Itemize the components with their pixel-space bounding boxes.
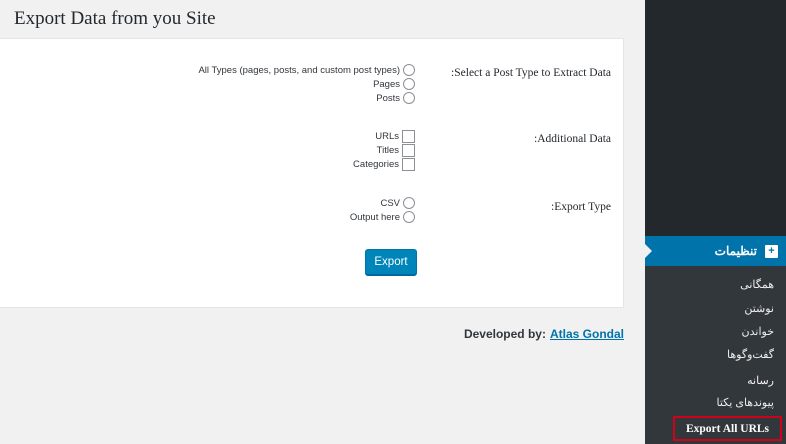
urls-checkbox[interactable]: [402, 129, 415, 143]
submenu-item-writing[interactable]: نوشتن: [744, 302, 774, 315]
page-title: Export Data from you Site: [14, 8, 216, 29]
option-pages[interactable]: Pages: [373, 77, 415, 91]
option-titles[interactable]: Titles: [377, 143, 415, 157]
option-output-here[interactable]: Output here: [350, 210, 415, 224]
submenu-item-permalinks[interactable]: پیوندهای یکتا: [716, 396, 774, 409]
submenu-item-export-all-urls[interactable]: Export All URLs: [673, 416, 782, 441]
option-urls-label: URLs: [375, 130, 399, 142]
option-pages-label: Pages: [373, 78, 400, 90]
option-all-types[interactable]: All Types (pages, posts, and custom post…: [198, 63, 415, 77]
option-posts[interactable]: Posts: [376, 91, 415, 105]
pages-radio[interactable]: [403, 78, 415, 90]
export-form-panel: Select a Post Type to Extract Data: All …: [0, 38, 624, 308]
export-type-label: Export Type:: [551, 201, 611, 213]
settings-menu-header[interactable]: تنظیمات +: [645, 236, 786, 266]
developed-by: Developed by: Atlas Gondal: [464, 327, 624, 341]
settings-submenu: همگانی نوشتن خواندن گفت‌وگوها رسانه پیون…: [645, 266, 786, 444]
submenu-item-general[interactable]: همگانی: [740, 278, 774, 291]
option-csv[interactable]: CSV: [380, 196, 415, 210]
submenu-item-media[interactable]: رسانه: [747, 374, 774, 387]
settings-plus-icon: +: [765, 244, 778, 258]
categories-checkbox[interactable]: [402, 157, 415, 171]
option-urls[interactable]: URLs: [375, 129, 415, 143]
option-output-here-label: Output here: [349, 211, 400, 223]
admin-sidebar: تنظیمات + همگانی نوشتن خواندن گفت‌وگوها …: [645, 0, 786, 444]
submenu-item-reading[interactable]: خواندن: [742, 325, 774, 338]
post-type-label: Select a Post Type to Extract Data:: [451, 67, 611, 79]
additional-data-label: Additional Data:: [534, 133, 611, 145]
option-posts-label: Posts: [376, 92, 400, 104]
author-link[interactable]: Atlas Gondal: [550, 327, 624, 341]
settings-menu-label: تنظیمات: [714, 244, 757, 258]
export-button[interactable]: Export: [365, 249, 417, 275]
option-titles-label: Titles: [376, 144, 399, 156]
current-menu-arrow: [645, 244, 652, 258]
posts-radio[interactable]: [403, 92, 415, 104]
titles-checkbox[interactable]: [402, 143, 415, 157]
all-types-radio[interactable]: [403, 64, 415, 76]
submenu-item-discussion[interactable]: گفت‌وگوها: [727, 348, 774, 361]
option-all-types-label: All Types (pages, posts, and custom post…: [198, 64, 400, 76]
developed-by-label: Developed by:: [463, 327, 546, 341]
option-categories-label: Categories: [353, 158, 399, 170]
csv-radio[interactable]: [403, 197, 415, 209]
output-here-radio[interactable]: [403, 211, 415, 223]
option-csv-label: CSV: [380, 197, 400, 209]
option-categories[interactable]: Categories: [353, 157, 415, 171]
